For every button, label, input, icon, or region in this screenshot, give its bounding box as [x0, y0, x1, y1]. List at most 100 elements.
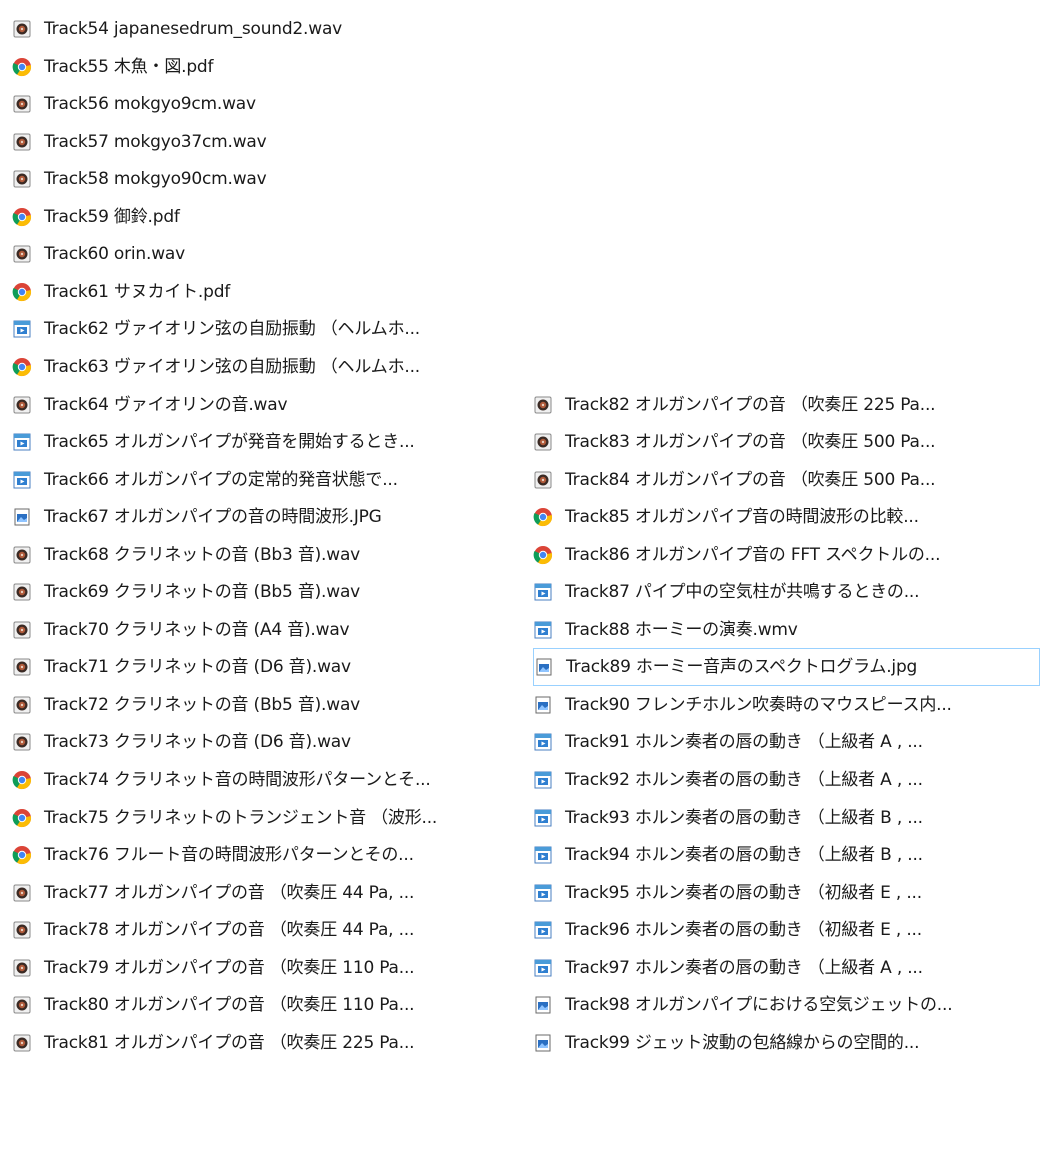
file-name: Track81 オルガンパイプの音 （吹奏圧 225 Pa...	[44, 1032, 415, 1053]
file-item[interactable]: Track82 オルガンパイプの音 （吹奏圧 225 Pa...	[533, 386, 1040, 424]
audio-file-icon	[12, 395, 32, 415]
chrome-pdf-icon	[12, 845, 32, 865]
file-item[interactable]: Track97 ホルン奏者の唇の動き （上級者 A , ...	[533, 949, 1040, 987]
file-item[interactable]: Track64 ヴァイオリンの音.wav	[12, 386, 512, 424]
file-name: Track58 mokgyo90cm.wav	[44, 169, 267, 190]
audio-file-icon	[12, 657, 32, 677]
file-item[interactable]: Track76 フルート音の時間波形パターンとその...	[12, 836, 512, 874]
file-item[interactable]: Track86 オルガンパイプ音の FFT スペクトルの...	[533, 536, 1040, 574]
chrome-pdf-icon	[12, 808, 32, 828]
file-name: Track76 フルート音の時間波形パターンとその...	[44, 845, 414, 866]
file-item[interactable]: Track96 ホルン奏者の唇の動き （初級者 E , ...	[533, 911, 1040, 949]
file-item[interactable]: Track78 オルガンパイプの音 （吹奏圧 44 Pa, ...	[12, 911, 512, 949]
video-file-icon	[533, 620, 553, 640]
file-name: Track78 オルガンパイプの音 （吹奏圧 44 Pa, ...	[44, 920, 415, 941]
file-name: Track64 ヴァイオリンの音.wav	[44, 394, 288, 415]
file-item[interactable]: Track98 オルガンパイプにおける空気ジェットの...	[533, 986, 1040, 1024]
file-item[interactable]: Track59 御鈴.pdf	[12, 198, 512, 236]
file-item[interactable]: Track63 ヴァイオリン弦の自励振動 （ヘルムホ...	[12, 348, 512, 386]
audio-file-icon	[12, 1033, 32, 1053]
file-item[interactable]: Track65 オルガンパイプが発音を開始するとき...	[12, 423, 512, 461]
file-name: Track84 オルガンパイプの音 （吹奏圧 500 Pa...	[565, 469, 936, 490]
file-item[interactable]: Track54 japanesedrum_sound2.wav	[12, 10, 512, 48]
file-name: Track77 オルガンパイプの音 （吹奏圧 44 Pa, ...	[44, 882, 415, 903]
file-item[interactable]: Track71 クラリネットの音 (D6 音).wav	[12, 648, 512, 686]
audio-file-icon	[12, 582, 32, 602]
file-name: Track60 orin.wav	[44, 244, 185, 265]
file-name: Track96 ホルン奏者の唇の動き （初級者 E , ...	[565, 920, 922, 941]
file-item[interactable]: Track83 オルガンパイプの音 （吹奏圧 500 Pa...	[533, 423, 1040, 461]
file-item[interactable]: Track74 クラリネット音の時間波形パターンとそ...	[12, 761, 512, 799]
chrome-pdf-icon	[12, 282, 32, 302]
audio-file-icon	[12, 958, 32, 978]
file-item[interactable]: Track84 オルガンパイプの音 （吹奏圧 500 Pa...	[533, 461, 1040, 499]
file-item[interactable]: Track55 木魚・図.pdf	[12, 48, 512, 86]
file-item[interactable]: Track95 ホルン奏者の唇の動き （初級者 E , ...	[533, 874, 1040, 912]
file-item[interactable]: Track70 クラリネットの音 (A4 音).wav	[12, 611, 512, 649]
file-name: Track82 オルガンパイプの音 （吹奏圧 225 Pa...	[565, 394, 936, 415]
file-item[interactable]: Track85 オルガンパイプ音の時間波形の比較...	[533, 498, 1040, 536]
audio-file-icon	[12, 732, 32, 752]
video-file-icon	[12, 470, 32, 490]
file-name: Track79 オルガンパイプの音 （吹奏圧 110 Pa...	[44, 957, 415, 978]
video-file-icon	[533, 732, 553, 752]
file-item[interactable]: Track88 ホーミーの演奏.wmv	[533, 611, 1040, 649]
image-file-icon	[12, 507, 32, 527]
file-item[interactable]: Track91 ホルン奏者の唇の動き （上級者 A , ...	[533, 723, 1040, 761]
file-item[interactable]: Track57 mokgyo37cm.wav	[12, 123, 512, 161]
file-name: Track65 オルガンパイプが発音を開始するとき...	[44, 432, 415, 453]
file-name: Track87 パイプ中の空気柱が共鳴するときの...	[565, 582, 920, 603]
file-name: Track74 クラリネット音の時間波形パターンとそ...	[44, 770, 431, 790]
file-item[interactable]: Track68 クラリネットの音 (Bb3 音).wav	[12, 536, 512, 574]
file-item[interactable]: Track66 オルガンパイプの定常的発音状態で...	[12, 461, 512, 499]
file-item[interactable]: Track79 オルガンパイプの音 （吹奏圧 110 Pa...	[12, 949, 512, 987]
file-item[interactable]: Track93 ホルン奏者の唇の動き （上級者 B , ...	[533, 799, 1040, 837]
file-item[interactable]: Track77 オルガンパイプの音 （吹奏圧 44 Pa, ...	[12, 874, 512, 912]
file-item[interactable]: Track73 クラリネットの音 (D6 音).wav	[12, 723, 512, 761]
chrome-pdf-icon	[533, 545, 553, 565]
audio-file-icon	[12, 19, 32, 39]
audio-file-icon	[533, 395, 553, 415]
file-item[interactable]: Track62 ヴァイオリン弦の自励振動 （ヘルムホ...	[12, 310, 512, 348]
audio-file-icon	[533, 470, 553, 490]
file-name: Track73 クラリネットの音 (D6 音).wav	[44, 732, 351, 753]
file-name: Track71 クラリネットの音 (D6 音).wav	[44, 657, 351, 678]
file-name: Track67 オルガンパイプの音の時間波形.JPG	[44, 507, 382, 528]
file-list: Track54 japanesedrum_sound2.wav Track55 木…	[0, 0, 1040, 1176]
file-item[interactable]: Track90 フレンチホルン吹奏時のマウスピース内...	[533, 686, 1040, 724]
file-name: Track54 japanesedrum_sound2.wav	[44, 19, 343, 39]
file-item[interactable]: Track69 クラリネットの音 (Bb5 音).wav	[12, 573, 512, 611]
file-item[interactable]: Track72 クラリネットの音 (Bb5 音).wav	[12, 686, 512, 724]
audio-file-icon	[12, 169, 32, 189]
image-file-icon	[533, 995, 553, 1015]
file-name: Track66 オルガンパイプの定常的発音状態で...	[44, 469, 398, 490]
file-name: Track80 オルガンパイプの音 （吹奏圧 110 Pa...	[44, 995, 415, 1016]
video-file-icon	[12, 319, 32, 339]
file-name: Track90 フレンチホルン吹奏時のマウスピース内...	[565, 694, 952, 715]
file-item[interactable]: Track58 mokgyo90cm.wav	[12, 160, 512, 198]
file-name: Track85 オルガンパイプ音の時間波形の比較...	[565, 507, 919, 528]
file-item[interactable]: Track67 オルガンパイプの音の時間波形.JPG	[12, 498, 512, 536]
audio-file-icon	[12, 545, 32, 565]
file-item[interactable]: Track61 サヌカイト.pdf	[12, 273, 512, 311]
file-name: Track92 ホルン奏者の唇の動き （上級者 A , ...	[565, 770, 923, 790]
video-file-icon	[533, 770, 553, 790]
video-file-icon	[533, 845, 553, 865]
file-item[interactable]: Track87 パイプ中の空気柱が共鳴するときの...	[533, 573, 1040, 611]
file-item[interactable]: Track89 ホーミー音声のスペクトログラム.jpg	[533, 648, 1040, 687]
file-item[interactable]: Track80 オルガンパイプの音 （吹奏圧 110 Pa...	[12, 986, 512, 1024]
file-item[interactable]: Track60 orin.wav	[12, 235, 512, 273]
file-item[interactable]: Track75 クラリネットのトランジェント音 （波形...	[12, 799, 512, 837]
video-file-icon	[12, 432, 32, 452]
file-item[interactable]: Track81 オルガンパイプの音 （吹奏圧 225 Pa...	[12, 1024, 512, 1062]
video-file-icon	[533, 582, 553, 602]
file-item[interactable]: Track56 mokgyo9cm.wav	[12, 85, 512, 123]
file-name: Track94 ホルン奏者の唇の動き （上級者 B , ...	[565, 845, 923, 866]
file-name: Track98 オルガンパイプにおける空気ジェットの...	[565, 995, 953, 1016]
file-name: Track56 mokgyo9cm.wav	[44, 94, 256, 115]
file-item[interactable]: Track99 ジェット波動の包絡線からの空間的...	[533, 1024, 1040, 1062]
file-name: Track63 ヴァイオリン弦の自励振動 （ヘルムホ...	[44, 356, 420, 377]
file-item[interactable]: Track92 ホルン奏者の唇の動き （上級者 A , ...	[533, 761, 1040, 799]
file-item[interactable]: Track94 ホルン奏者の唇の動き （上級者 B , ...	[533, 836, 1040, 874]
image-file-icon	[534, 657, 554, 677]
